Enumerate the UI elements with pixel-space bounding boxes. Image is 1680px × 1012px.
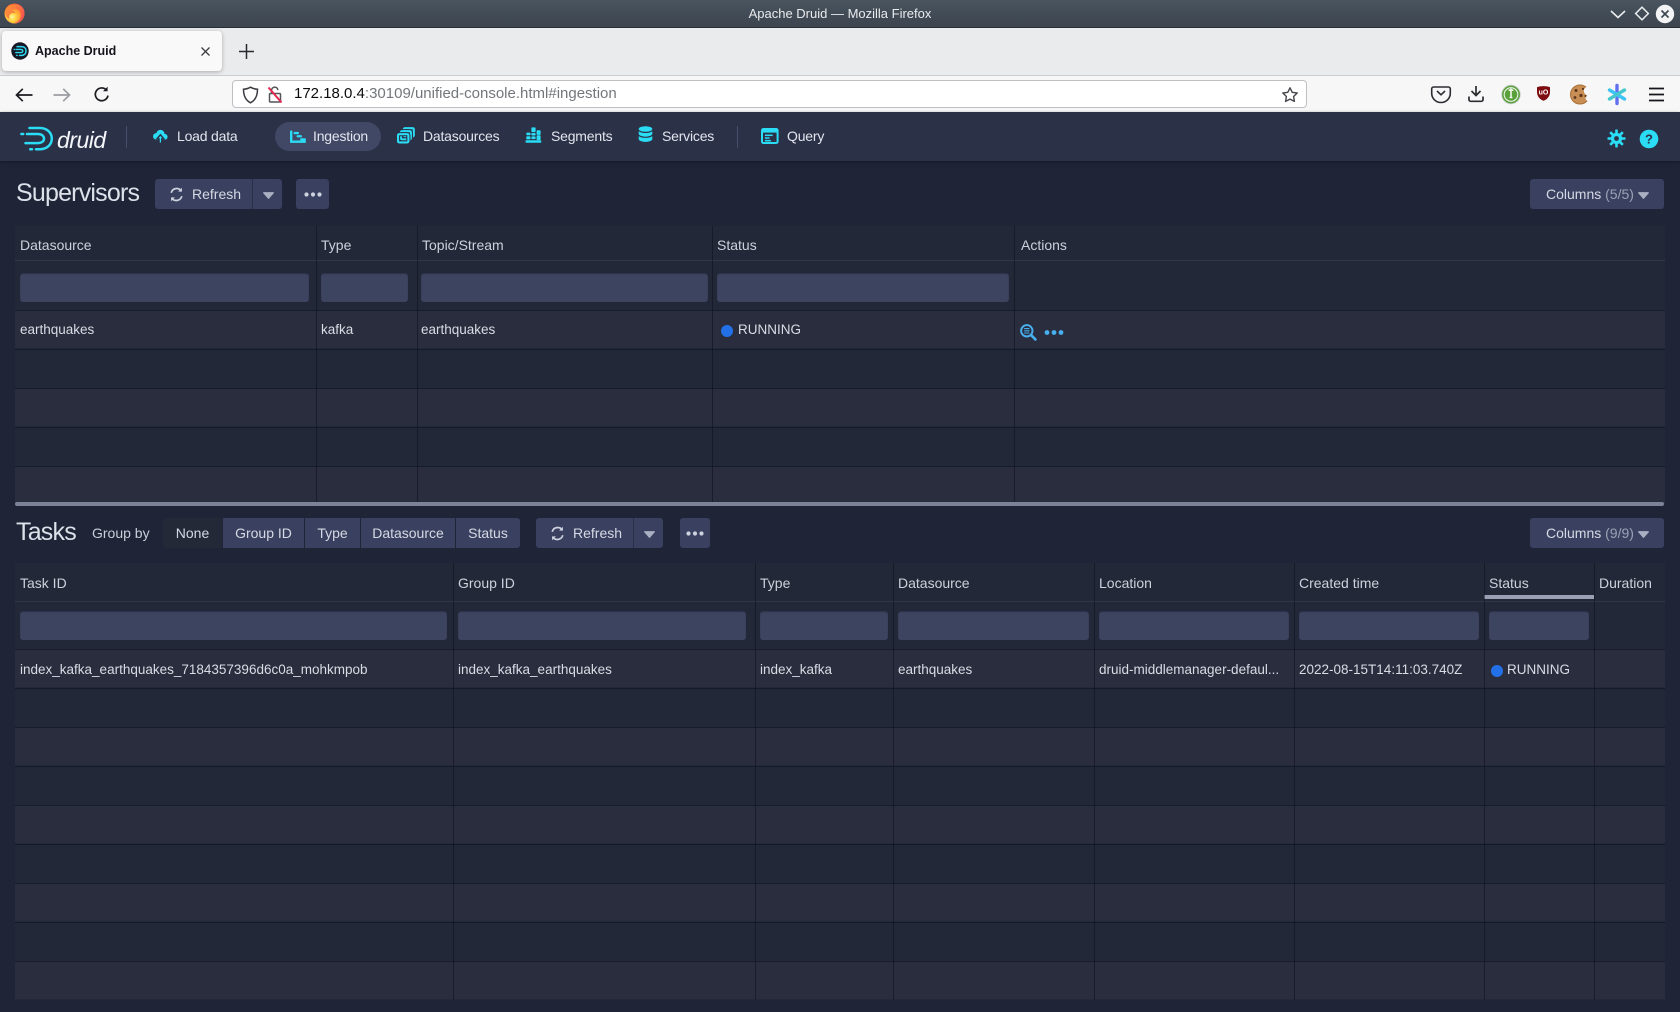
svg-text:?: ? xyxy=(1645,132,1653,147)
svg-text:uO: uO xyxy=(1539,90,1549,97)
